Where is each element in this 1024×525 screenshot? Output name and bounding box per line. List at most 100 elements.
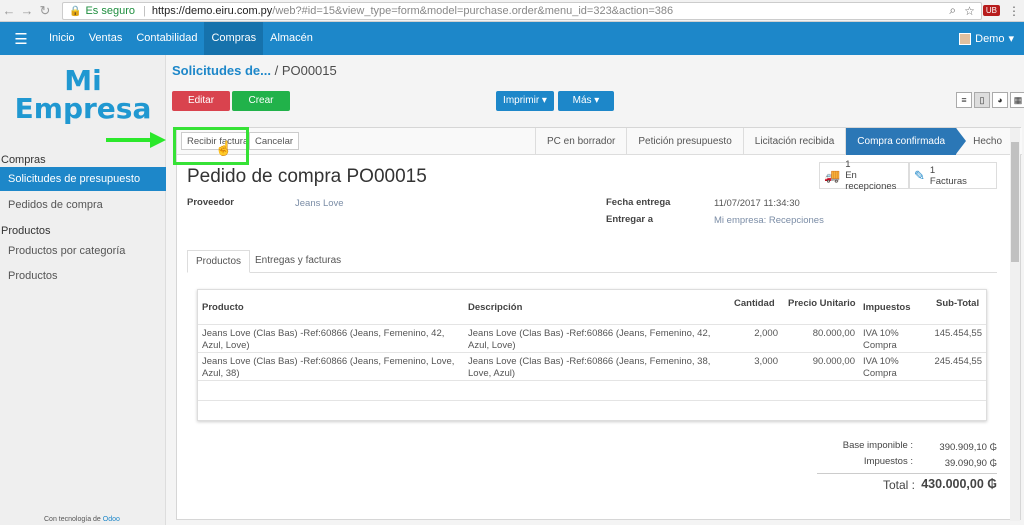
total-value: 430.000,00 ₲ — [921, 477, 997, 491]
create-button[interactable]: Crear — [232, 91, 290, 111]
browser-toolbar: ← → ↻ 🔒 Es seguro | https://demo.eiru.co… — [0, 0, 1024, 22]
star-icon[interactable]: ☆ — [964, 4, 975, 18]
address-bar[interactable]: 🔒 Es seguro | https://demo.eiru.com.py /… — [62, 2, 982, 20]
powered-by: Con tecnología de Odoo — [44, 516, 120, 523]
form-sheet: Recibir factura ☝ Cancelar PC en borrado… — [173, 127, 1022, 521]
user-menu[interactable]: Demo ▾ — [959, 22, 1014, 55]
back-icon[interactable]: ← — [0, 3, 18, 18]
graph-view-icon[interactable]: ◕ — [992, 92, 1008, 108]
powered-prefix: Con tecnología de — [44, 516, 101, 523]
fecha-label: Fecha entrega — [606, 197, 671, 208]
user-name: Demo — [975, 32, 1005, 45]
fecha-value: 11/07/2017 11:34:30 — [714, 198, 800, 209]
table-row[interactable]: Jeans Love (Clas Bas) -Ref:60866 (Jeans,… — [198, 324, 986, 352]
menu-ventas[interactable]: Ventas — [82, 22, 130, 55]
col-precio: Precio Unitario — [788, 298, 856, 309]
breadcrumb-parent[interactable]: Solicitudes de... — [172, 63, 271, 78]
menu-contabilidad[interactable]: Contabilidad — [129, 22, 204, 55]
menu-inicio[interactable]: Inicio — [42, 22, 82, 55]
menu-almacen[interactable]: Almacén — [263, 22, 320, 55]
cell-impuestos: IVA 10% Compra — [863, 328, 899, 351]
company-logo[interactable]: Mi Empresa — [0, 67, 166, 123]
invoices-smart-button[interactable]: ✎ 1 Facturas — [909, 162, 997, 189]
tab-entregas[interactable]: Entregas y facturas — [247, 250, 349, 273]
sidebar-item-productos[interactable]: Productos — [0, 264, 166, 288]
logo-line-1: Mi — [64, 64, 102, 97]
proveedor-label: Proveedor — [187, 197, 234, 208]
cancel-button[interactable]: Cancelar — [249, 132, 300, 150]
entregar-value[interactable]: Mi empresa: Recepciones — [714, 215, 824, 226]
view-switcher: ≡ ▯ ◕ ▦ — [956, 92, 1024, 108]
url-path: /web?#id=15&view_type=form&model=purchas… — [272, 5, 674, 17]
cell-subtotal: 245.454,55 — [934, 356, 982, 367]
stage-borrador[interactable]: PC en borrador — [535, 128, 626, 155]
base-value: 390.909,10 ₲ — [939, 442, 997, 453]
stage-peticion[interactable]: Petición presupuesto — [626, 128, 742, 155]
stage-confirmada[interactable]: Compra confirmada — [845, 128, 966, 155]
green-arrow-icon — [106, 132, 166, 148]
col-producto: Producto — [202, 301, 244, 313]
impuestos-label: Impuestos : — [863, 456, 913, 467]
more-button[interactable]: Más ▾ — [558, 91, 614, 111]
ublock-icon[interactable]: UB — [982, 5, 1000, 16]
receptions-count: 1 — [845, 159, 851, 170]
cell-cantidad: 3,000 — [754, 356, 778, 367]
hand-cursor-icon: ☝ — [215, 140, 233, 156]
edit-button[interactable]: Editar — [172, 91, 230, 111]
cell-precio: 80.000,00 — [812, 328, 855, 339]
edit-icon: ✎ — [914, 167, 925, 183]
sidebar-item-solicitudes[interactable]: Solicitudes de presupuesto — [0, 167, 166, 191]
cell-impuestos: IVA 10% Compra — [863, 356, 899, 379]
entregar-label: Entregar a — [606, 214, 653, 225]
impuestos-value: 39.090,90 ₲ — [944, 458, 997, 469]
cell-precio: 90.000,00 — [812, 356, 855, 367]
form-view-icon[interactable]: ▯ — [974, 92, 990, 108]
logo-line-2: Empresa — [14, 92, 152, 125]
highlight-box — [173, 127, 249, 165]
scrollbar-thumb[interactable] — [1011, 142, 1019, 262]
truck-icon: 🚚 — [824, 167, 841, 183]
zoom-icon[interactable]: ⌕ — [949, 3, 956, 18]
menu-dots-icon[interactable]: ⋮ — [1008, 4, 1020, 18]
sidebar-item-pedidos[interactable]: Pedidos de compra — [0, 193, 166, 217]
breadcrumb-current: / PO00015 — [274, 63, 337, 78]
col-cantidad: Cantidad — [734, 298, 775, 309]
secure-label: Es seguro — [85, 5, 135, 17]
proveedor-value[interactable]: Jeans Love — [295, 198, 344, 209]
odoo-link[interactable]: Odoo — [103, 516, 120, 523]
list-view-icon[interactable]: ≡ — [956, 92, 972, 108]
stage-licitacion[interactable]: Licitación recibida — [742, 128, 846, 155]
table-row[interactable]: Jeans Love (Clas Bas) -Ref:60866 (Jeans,… — [198, 352, 986, 380]
url-host: https://demo.eiru.com.py — [151, 5, 273, 17]
forward-icon[interactable]: → — [18, 3, 36, 18]
menu-compras[interactable]: Compras — [204, 22, 264, 55]
sidebar-item-productos-categoria[interactable]: Productos por categoría — [0, 239, 166, 263]
order-lines-table: Producto Descripción Cantidad Precio Uni… — [197, 289, 987, 421]
cell-cantidad: 2,000 — [754, 328, 778, 339]
stage-pipeline: PC en borrador Petición presupuesto Lici… — [535, 128, 1022, 155]
col-subtotal: Sub-Total — [936, 298, 980, 309]
print-button[interactable]: Imprimir ▾ — [496, 91, 554, 111]
avatar — [959, 32, 972, 45]
invoices-count: 1 — [929, 164, 936, 176]
reload-icon[interactable]: ↻ — [36, 3, 54, 19]
total-label: Total : — [882, 478, 915, 492]
invoices-label: Facturas — [929, 175, 967, 187]
hamburger-icon[interactable]: ☰ — [0, 30, 42, 48]
col-impuestos: Impuestos — [863, 301, 911, 313]
table-row-empty — [198, 380, 986, 400]
sidebar-section-productos: Productos — [1, 225, 51, 237]
scrollbar[interactable] — [1010, 128, 1020, 521]
calendar-view-icon[interactable]: ▦ — [1010, 92, 1024, 108]
sidebar-section-compras: Compras — [1, 154, 46, 166]
table-row-empty — [198, 400, 986, 420]
tab-productos[interactable]: Productos — [187, 250, 251, 273]
breadcrumb: Solicitudes de... / PO00015 — [172, 63, 337, 78]
cell-producto: Jeans Love (Clas Bas) -Ref:60866 (Jeans,… — [202, 356, 455, 379]
cell-producto: Jeans Love (Clas Bas) -Ref:60866 (Jeans,… — [202, 328, 445, 351]
receptions-smart-button[interactable]: 🚚 1 En recepciones — [819, 159, 909, 192]
base-label: Base imponible : — [842, 440, 913, 451]
main-navbar: ☰ Inicio Ventas Contabilidad Compras Alm… — [0, 22, 1024, 55]
chevron-down-icon: ▾ — [1008, 33, 1014, 45]
main-content: Solicitudes de... / PO00015 Editar Crear… — [166, 55, 1024, 525]
